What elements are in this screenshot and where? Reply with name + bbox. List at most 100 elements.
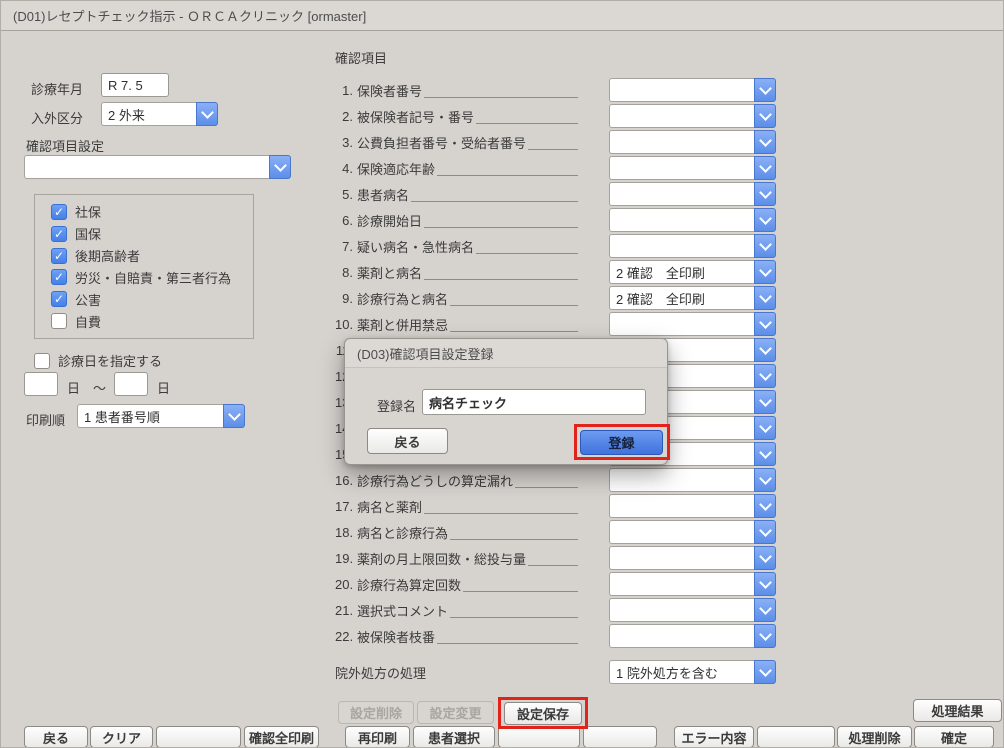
confirm-button[interactable]: 確定	[914, 726, 994, 748]
chevron-down-icon[interactable]	[754, 598, 776, 622]
check-item-select[interactable]	[609, 104, 776, 128]
process-delete-button[interactable]: 処理削除	[837, 726, 912, 748]
check-item-select[interactable]: 2 確認 全印刷	[609, 286, 776, 310]
settings-save-button[interactable]: 設定保存	[504, 702, 582, 725]
check-item-select[interactable]	[609, 546, 776, 570]
day-to-input[interactable]	[114, 372, 148, 396]
chevron-down-icon[interactable]	[754, 572, 776, 596]
check-item-select[interactable]	[609, 468, 776, 492]
chevron-down-icon[interactable]	[754, 260, 776, 284]
reprint-button[interactable]: 再印刷	[345, 726, 410, 748]
settings-select[interactable]	[24, 155, 291, 179]
settings-delete-button[interactable]: 設定削除	[338, 701, 414, 724]
insurance-checkbox[interactable]: 労災・自賠責・第三者行為	[51, 268, 253, 287]
patient-select-button[interactable]: 患者選択	[413, 726, 495, 748]
check-item-select[interactable]	[609, 598, 776, 622]
chevron-down-icon[interactable]	[754, 520, 776, 544]
empty-button[interactable]	[757, 726, 835, 748]
checkbox-icon[interactable]	[51, 313, 67, 329]
chevron-down-icon[interactable]	[754, 234, 776, 258]
chevron-down-icon[interactable]	[754, 182, 776, 206]
chevron-down-icon[interactable]	[754, 624, 776, 648]
check-item-select[interactable]	[609, 572, 776, 596]
check-item-title: 疑い病名・急性病名	[357, 237, 474, 256]
checkbox-icon[interactable]	[51, 291, 67, 307]
clear-button[interactable]: クリア	[90, 726, 153, 748]
specify-date-checkbox[interactable]: 診療日を指定する	[34, 351, 162, 370]
chevron-down-icon[interactable]	[754, 156, 776, 180]
chevron-down-icon[interactable]	[754, 660, 776, 684]
empty-button[interactable]	[498, 726, 580, 748]
chevron-down-icon[interactable]	[754, 442, 776, 466]
chevron-down-icon[interactable]	[754, 208, 776, 232]
chevron-down-icon[interactable]	[754, 78, 776, 102]
chevron-down-icon[interactable]	[754, 286, 776, 310]
check-item-title: 被保険者枝番	[357, 627, 435, 646]
underline	[437, 628, 578, 644]
insurance-checkbox[interactable]: 国保	[51, 224, 253, 243]
confirm-print-all-button[interactable]: 確認全印刷	[244, 726, 319, 748]
error-content-button[interactable]: エラー内容	[674, 726, 754, 748]
check-item-select[interactable]	[609, 78, 776, 102]
insurance-checkbox[interactable]: 自費	[51, 312, 253, 331]
check-item-select[interactable]	[609, 624, 776, 648]
check-item-select[interactable]	[609, 520, 776, 544]
settings-select-label: 確認項目設定	[26, 136, 104, 155]
check-item-select-value	[609, 78, 754, 102]
checkbox-icon[interactable]	[34, 353, 50, 369]
out-prescription-select[interactable]: 1 院外処方を含む	[609, 660, 776, 684]
process-result-button[interactable]: 処理結果	[913, 699, 1002, 722]
check-item-select[interactable]	[609, 494, 776, 518]
insurance-checkbox[interactable]: 公害	[51, 290, 253, 309]
empty-button[interactable]	[583, 726, 657, 748]
check-item-select[interactable]: 2 確認 全印刷	[609, 260, 776, 284]
insurance-checkbox[interactable]: 社保	[51, 202, 253, 221]
chevron-down-icon[interactable]	[754, 104, 776, 128]
window-title: (D01)レセプトチェック指示 - ＯＲＣＡクリニック [ormaster]	[13, 6, 366, 25]
register-name-input[interactable]	[422, 389, 646, 415]
check-item-select[interactable]	[609, 130, 776, 154]
check-item-number: 2.	[335, 109, 353, 124]
check-item-select[interactable]	[609, 156, 776, 180]
dialog-register-button[interactable]: 登録	[580, 430, 663, 455]
checkbox-icon[interactable]	[51, 204, 67, 220]
chevron-down-icon[interactable]	[754, 364, 776, 388]
check-item-number: 1.	[335, 83, 353, 98]
inout-select[interactable]: 2 外来	[101, 102, 218, 126]
day-from-input[interactable]	[24, 372, 58, 396]
chevron-down-icon[interactable]	[754, 390, 776, 414]
check-item-title: 選択式コメント	[357, 601, 448, 620]
check-item-row: 6. 診療開始日	[335, 207, 776, 233]
year-month-input[interactable]	[101, 73, 169, 97]
chevron-down-icon[interactable]	[269, 155, 291, 179]
checkbox-icon[interactable]	[51, 226, 67, 242]
check-item-select[interactable]	[609, 312, 776, 336]
check-item-select[interactable]	[609, 234, 776, 258]
chevron-down-icon[interactable]	[754, 494, 776, 518]
dialog-back-button[interactable]: 戻る	[367, 428, 448, 454]
chevron-down-icon[interactable]	[196, 102, 218, 126]
chevron-down-icon[interactable]	[754, 546, 776, 570]
check-item-row: 7. 疑い病名・急性病名	[335, 233, 776, 259]
chevron-down-icon[interactable]	[754, 130, 776, 154]
chevron-down-icon[interactable]	[754, 338, 776, 362]
check-item-number: 18.	[335, 525, 353, 540]
check-item-select-value	[609, 182, 754, 206]
check-item-number: 16.	[335, 473, 353, 488]
chevron-down-icon[interactable]	[754, 468, 776, 492]
print-order-select[interactable]: 1 患者番号順	[77, 404, 245, 428]
checkbox-icon[interactable]	[51, 269, 67, 285]
back-button[interactable]: 戻る	[24, 726, 88, 748]
empty-button[interactable]	[156, 726, 241, 748]
check-item-number: 21.	[335, 603, 353, 618]
chevron-down-icon[interactable]	[223, 404, 245, 428]
chevron-down-icon[interactable]	[754, 312, 776, 336]
check-item-select[interactable]	[609, 208, 776, 232]
insurance-checkbox-label: 自費	[75, 312, 101, 331]
chevron-down-icon[interactable]	[754, 416, 776, 440]
check-item-select[interactable]	[609, 182, 776, 206]
checkbox-icon[interactable]	[51, 248, 67, 264]
insurance-checkbox[interactable]: 後期高齢者	[51, 246, 253, 265]
insurance-checkbox-label: 公害	[75, 290, 101, 309]
settings-change-button[interactable]: 設定変更	[417, 701, 494, 724]
